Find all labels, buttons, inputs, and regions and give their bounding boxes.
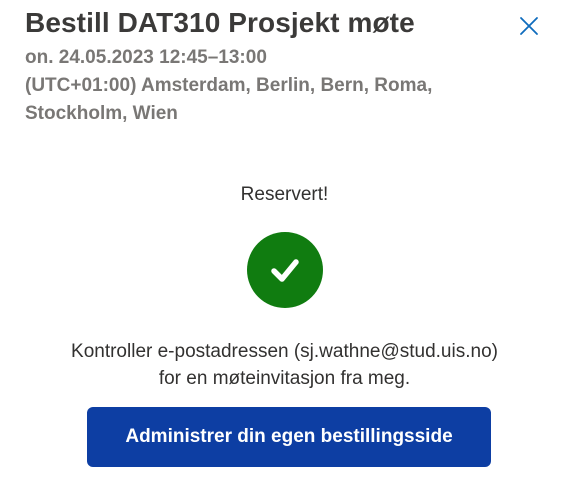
close-icon [520, 17, 538, 35]
message-line-invitation: for en møteinvitasjon fra meg. [158, 368, 411, 389]
booking-header: Bestill DAT310 Prosjekt møte on. 24.05.2… [25, 6, 505, 128]
page-title: Bestill DAT310 Prosjekt møte [25, 7, 415, 38]
close-button[interactable] [515, 12, 543, 40]
meeting-timezone: (UTC+01:00) Amsterdam, Berlin, Bern, Rom… [25, 75, 433, 124]
message-line-email: Kontroller e-postadressen (sj.wathne@stu… [71, 341, 498, 362]
success-badge [246, 232, 323, 308]
confirmation-message: Kontroller e-postadressen (sj.wathne@stu… [0, 338, 569, 392]
manage-booking-button[interactable]: Administrer din egen bestillingsside [87, 407, 491, 467]
checkmark-icon [270, 259, 299, 282]
confirmation-panel: Reservert! Kontroller e-postadressen (sj… [0, 180, 569, 392]
meeting-date-time: on. 24.05.2023 12:45–13:00 [25, 47, 267, 68]
status-text: Reservert! [240, 184, 329, 205]
